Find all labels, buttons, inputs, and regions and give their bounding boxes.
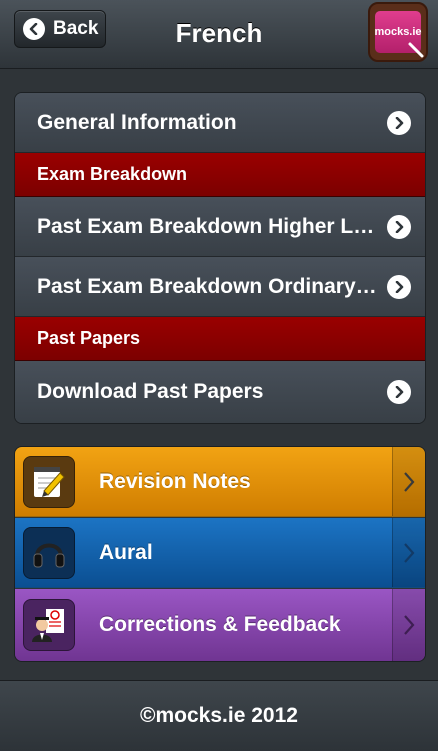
section-header-exam-breakdown: Exam Breakdown	[15, 153, 425, 197]
row-label: Download Past Papers	[37, 380, 264, 403]
teacher-corrections-icon	[23, 599, 75, 651]
chevron-right-icon	[387, 214, 411, 239]
row-label: Corrections & Feedback	[99, 613, 341, 636]
notepad-pencil-icon	[23, 455, 75, 508]
row-label: Aural	[99, 540, 153, 564]
headphones-icon	[23, 526, 75, 579]
nav-bar: Back French mocks.ie	[0, 0, 438, 69]
info-list-group: General Information Exam Breakdown Past …	[14, 92, 426, 424]
chevron-right-icon	[387, 110, 411, 135]
past-exam-ordinary-row[interactable]: Past Exam Breakdown Ordinary Level	[15, 257, 425, 317]
section-header-past-papers: Past Papers	[15, 317, 425, 361]
logo-text: mocks.ie	[374, 26, 422, 38]
chevron-right-icon	[387, 274, 411, 299]
revision-notes-row[interactable]: Revision Notes	[15, 447, 425, 517]
row-label: General Information	[37, 110, 237, 134]
corrections-feedback-row[interactable]: Corrections & Feedback	[15, 589, 425, 661]
chevron-right-icon	[392, 447, 425, 516]
chevron-right-icon	[392, 589, 425, 661]
row-label: Revision Notes	[99, 469, 251, 493]
row-label: Past Exam Breakdown Higher Level	[37, 214, 387, 238]
features-group: Revision Notes Aural Corrections & Feedb…	[14, 446, 426, 662]
footer: ©mocks.ie 2012	[0, 680, 438, 751]
row-label: Past Exam Breakdown Ordinary Level	[37, 274, 387, 298]
copyright-text: ©mocks.ie 2012	[140, 704, 298, 727]
aural-row[interactable]: Aural	[15, 518, 425, 588]
chevron-right-icon	[392, 518, 425, 587]
download-past-papers-row[interactable]: Download Past Papers	[15, 361, 425, 423]
general-information-row[interactable]: General Information	[15, 93, 425, 153]
chevron-right-icon	[387, 380, 411, 404]
past-exam-higher-row[interactable]: Past Exam Breakdown Higher Level	[15, 197, 425, 257]
mocks-logo: mocks.ie	[368, 2, 428, 62]
